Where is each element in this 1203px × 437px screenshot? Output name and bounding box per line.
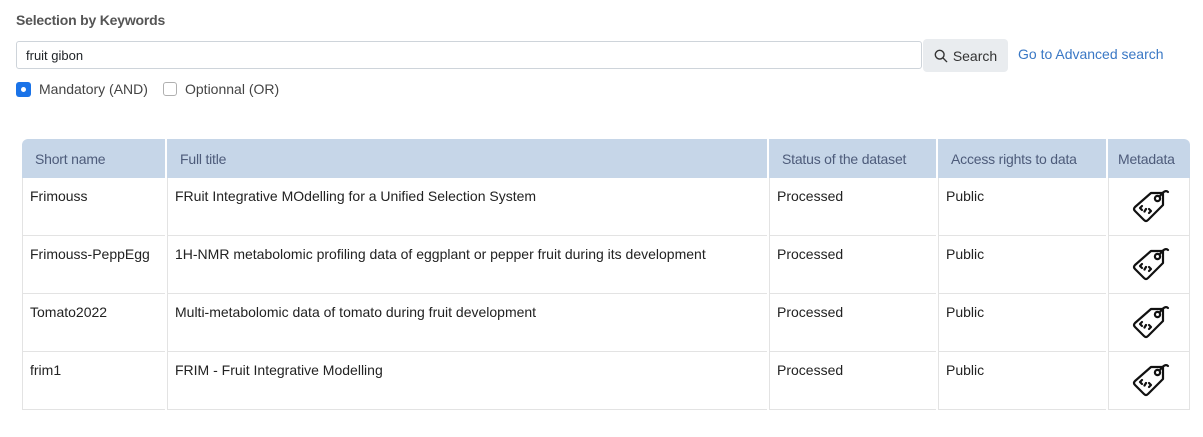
search-input[interactable] — [16, 41, 922, 69]
cell-short-name: Frimouss-PeppEgg — [22, 236, 165, 294]
cell-metadata — [1108, 236, 1190, 294]
cell-short-name: Frimouss — [22, 178, 165, 236]
mandatory-radio[interactable] — [16, 81, 31, 97]
cell-short-name: Tomato2022 — [22, 294, 165, 352]
metadata-tag-icon[interactable] — [1127, 300, 1171, 344]
header-access-rights[interactable]: Access rights to data — [938, 139, 1106, 178]
table-row[interactable]: Frimouss-PeppEgg 1H-NMR metabolomic profi… — [22, 236, 1190, 294]
search-icon — [934, 49, 948, 62]
optional-checkbox[interactable] — [163, 82, 177, 96]
cell-metadata — [1108, 352, 1190, 410]
optional-label: Optionnal (OR) — [185, 81, 280, 97]
cell-access-rights: Public — [938, 294, 1106, 352]
cell-metadata — [1108, 178, 1190, 236]
cell-metadata — [1108, 294, 1190, 352]
cell-full-title: Multi-metabolomic data of tomato during … — [167, 294, 767, 352]
table-row[interactable]: Tomato2022 Multi-metabolomic data of toma… — [22, 294, 1190, 352]
cell-full-title: 1H-NMR metabolomic profiling data of egg… — [167, 236, 767, 294]
metadata-tag-icon[interactable] — [1127, 242, 1171, 286]
table-row[interactable]: frim1 FRIM - Fruit Integrative Modelling P… — [22, 352, 1190, 410]
cell-access-rights: Public — [938, 236, 1106, 294]
header-status[interactable]: Status of the dataset — [769, 139, 936, 178]
cell-full-title: FRIM - Fruit Integrative Modelling — [167, 352, 767, 410]
metadata-tag-icon[interactable] — [1127, 184, 1171, 228]
cell-status: Processed — [769, 294, 936, 352]
metadata-tag-icon[interactable] — [1127, 358, 1171, 402]
cell-access-rights: Public — [938, 178, 1106, 236]
advanced-search-link[interactable]: Go to Advanced search — [1018, 46, 1164, 62]
header-metadata[interactable]: Metadata — [1108, 139, 1190, 178]
cell-access-rights: Public — [938, 352, 1106, 410]
section-title: Selection by Keywords — [16, 12, 166, 28]
cell-status: Processed — [769, 352, 936, 410]
table-header-row: Short name Full title Status of the data… — [22, 139, 1190, 178]
header-short-name[interactable]: Short name — [22, 139, 165, 178]
cell-status: Processed — [769, 178, 936, 236]
search-button[interactable]: Search — [923, 39, 1008, 72]
option-mandatory[interactable]: Mandatory (AND) — [16, 81, 148, 97]
cell-short-name: frim1 — [22, 352, 165, 410]
results-table: Short name Full title Status of the data… — [20, 139, 1192, 410]
mandatory-label: Mandatory (AND) — [39, 81, 148, 97]
table-row[interactable]: Frimouss FRuit Integrative MOdelling for … — [22, 178, 1190, 236]
header-full-title[interactable]: Full title — [167, 139, 767, 178]
search-button-label: Search — [952, 47, 998, 64]
cell-status: Processed — [769, 236, 936, 294]
option-optional[interactable]: Optionnal (OR) — [163, 81, 279, 97]
cell-full-title: FRuit Integrative MOdelling for a Unifie… — [167, 178, 767, 236]
